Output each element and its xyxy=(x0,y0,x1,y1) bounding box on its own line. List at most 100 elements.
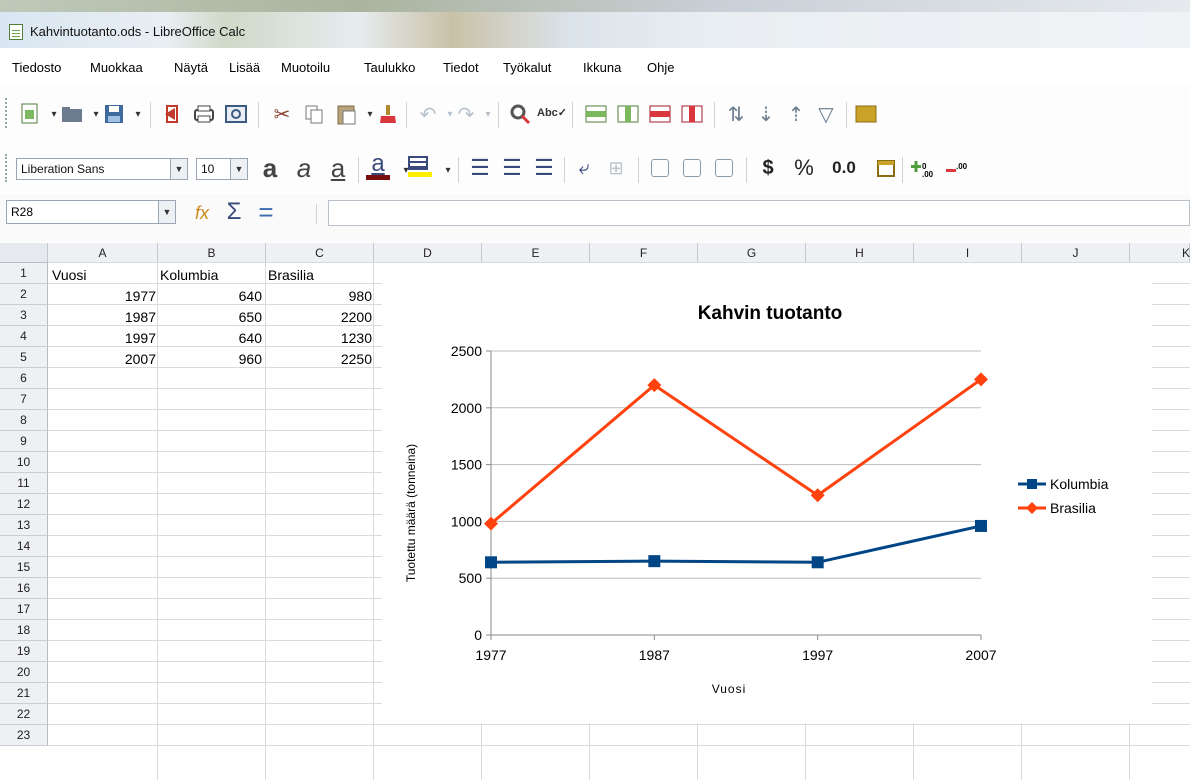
insert-row-icon[interactable] xyxy=(582,100,610,128)
print-icon[interactable] xyxy=(190,100,218,128)
menu-taulukko[interactable]: Taulukko xyxy=(364,60,415,75)
row-header[interactable]: 3 xyxy=(0,305,48,326)
row-header[interactable]: 18 xyxy=(0,620,48,641)
menu-tiedosto[interactable]: Tiedosto xyxy=(12,60,61,75)
cell-a4[interactable]: 1997 xyxy=(48,329,156,347)
cell-c5[interactable]: 2250 xyxy=(266,350,372,368)
menu-nayta[interactable]: Näytä xyxy=(174,60,208,75)
cut-icon[interactable]: ✂ xyxy=(268,100,296,128)
align-middle-icon[interactable] xyxy=(678,154,706,182)
find-replace-icon[interactable] xyxy=(506,100,534,128)
function-wizard-icon[interactable]: fx xyxy=(188,199,216,227)
delete-column-icon[interactable] xyxy=(678,100,706,128)
row-header[interactable]: 19 xyxy=(0,641,48,662)
italic-icon[interactable]: a xyxy=(290,153,318,183)
row-header[interactable]: 14 xyxy=(0,536,48,557)
font-name-box[interactable]: Liberation Sans ▼ xyxy=(16,158,188,180)
sort-icon[interactable]: ⇅ xyxy=(722,100,750,128)
row-header[interactable]: 2 xyxy=(0,284,48,305)
row-header[interactable]: 13 xyxy=(0,515,48,536)
row-header[interactable]: 15 xyxy=(0,557,48,578)
percent-format-button[interactable]: % xyxy=(790,154,818,182)
row-header[interactable]: 20 xyxy=(0,662,48,683)
row-header[interactable]: 23 xyxy=(0,725,48,746)
align-left-icon[interactable]: ☰ xyxy=(466,154,494,182)
autofilter-icon[interactable]: ▽ xyxy=(812,100,840,128)
menu-lisaa[interactable]: Lisää xyxy=(229,60,260,75)
cell-a1[interactable]: Vuosi xyxy=(52,266,87,284)
row-header[interactable]: 16 xyxy=(0,578,48,599)
cell-b4[interactable]: 640 xyxy=(158,329,262,347)
sort-descending-icon[interactable]: ⇡ xyxy=(782,100,810,128)
row-header[interactable]: 1 xyxy=(0,263,48,284)
wrap-text-icon[interactable]: ⤶ xyxy=(570,154,598,182)
cell-a2[interactable]: 1977 xyxy=(48,287,156,305)
cell-b3[interactable]: 650 xyxy=(158,308,262,326)
sort-ascending-icon[interactable]: ⇣ xyxy=(752,100,780,128)
font-size-box[interactable]: 10 ▼ xyxy=(196,158,248,180)
row-header[interactable]: 21 xyxy=(0,683,48,704)
insert-column-icon[interactable] xyxy=(614,100,642,128)
cell-c1[interactable]: Brasilia xyxy=(268,266,314,284)
font-size-dropdown-icon[interactable]: ▼ xyxy=(230,159,247,179)
menu-ikkuna[interactable]: Ikkuna xyxy=(583,60,621,75)
menu-tiedot[interactable]: Tiedot xyxy=(443,60,479,75)
merge-cells-icon[interactable]: ⊞ xyxy=(602,154,630,182)
row-header[interactable]: 17 xyxy=(0,599,48,620)
row-header[interactable]: 10 xyxy=(0,452,48,473)
row-header[interactable]: 12 xyxy=(0,494,48,515)
font-name-dropdown-icon[interactable]: ▼ xyxy=(170,159,187,179)
row-header[interactable]: 9 xyxy=(0,431,48,452)
name-box[interactable]: R28 ▼ xyxy=(6,200,176,224)
menu-muotoilu[interactable]: Muotoilu xyxy=(281,60,330,75)
cell-c4[interactable]: 1230 xyxy=(266,329,372,347)
align-bottom-icon[interactable] xyxy=(710,154,738,182)
export-pdf-icon[interactable] xyxy=(158,100,186,128)
align-top-icon[interactable] xyxy=(646,154,674,182)
cell-b5[interactable]: 960 xyxy=(158,350,262,368)
font-color-icon[interactable]: a xyxy=(364,151,392,180)
align-center-icon[interactable]: ☰ xyxy=(498,154,526,182)
row-header[interactable]: 5 xyxy=(0,347,48,368)
sum-icon[interactable]: Σ xyxy=(220,198,248,226)
cell-a3[interactable]: 1987 xyxy=(48,308,156,326)
copy-icon[interactable] xyxy=(300,100,328,128)
chart-object[interactable]: Kahvin tuotanto Tuotettu määrä (tonneina… xyxy=(382,263,1152,723)
row-header[interactable]: 8 xyxy=(0,410,48,431)
menu-ohje[interactable]: Ohje xyxy=(647,60,674,75)
cell-b2[interactable]: 640 xyxy=(158,287,262,305)
add-decimal-icon[interactable]: 0.00 xyxy=(908,154,936,182)
delete-decimal-icon[interactable]: .00 xyxy=(942,154,970,182)
toolbar-separator xyxy=(638,157,639,183)
insert-image-icon[interactable] xyxy=(852,100,880,128)
cell-a5[interactable]: 2007 xyxy=(48,350,156,368)
cell-b1[interactable]: Kolumbia xyxy=(160,266,218,284)
underline-icon[interactable]: a xyxy=(324,153,352,183)
row-header[interactable]: 4 xyxy=(0,326,48,347)
menu-muokkaa[interactable]: Muokkaa xyxy=(90,60,143,75)
cell-c3[interactable]: 2200 xyxy=(266,308,372,326)
spellcheck-icon[interactable]: Abc✓ xyxy=(537,98,567,126)
name-box-dropdown-icon[interactable]: ▼ xyxy=(158,201,175,223)
number-format-button[interactable]: 0.0 xyxy=(826,154,862,182)
clone-formatting-icon[interactable] xyxy=(374,100,402,128)
align-right-icon[interactable]: ☰ xyxy=(530,154,558,182)
bold-icon[interactable]: a xyxy=(256,153,284,183)
row-header[interactable]: 6 xyxy=(0,368,48,389)
delete-row-icon[interactable] xyxy=(646,100,674,128)
row-header[interactable]: 11 xyxy=(0,473,48,494)
date-format-icon[interactable] xyxy=(872,154,900,182)
row-header[interactable]: 22 xyxy=(0,704,48,725)
menu-tyokalut[interactable]: Työkalut xyxy=(503,60,551,75)
print-preview-icon[interactable] xyxy=(222,100,250,128)
save-dropdown-icon[interactable]: ▾ xyxy=(124,100,152,128)
toolbar-grip[interactable] xyxy=(5,154,9,182)
x-tick-label: 1977 xyxy=(475,647,506,663)
cell-c2[interactable]: 980 xyxy=(266,287,372,305)
highlight-color-icon[interactable] xyxy=(406,152,434,180)
formula-input[interactable] xyxy=(328,200,1190,226)
formula-icon[interactable]: = xyxy=(252,197,280,227)
toolbar-grip[interactable] xyxy=(5,98,9,128)
currency-format-button[interactable]: $ xyxy=(754,154,782,182)
row-header[interactable]: 7 xyxy=(0,389,48,410)
